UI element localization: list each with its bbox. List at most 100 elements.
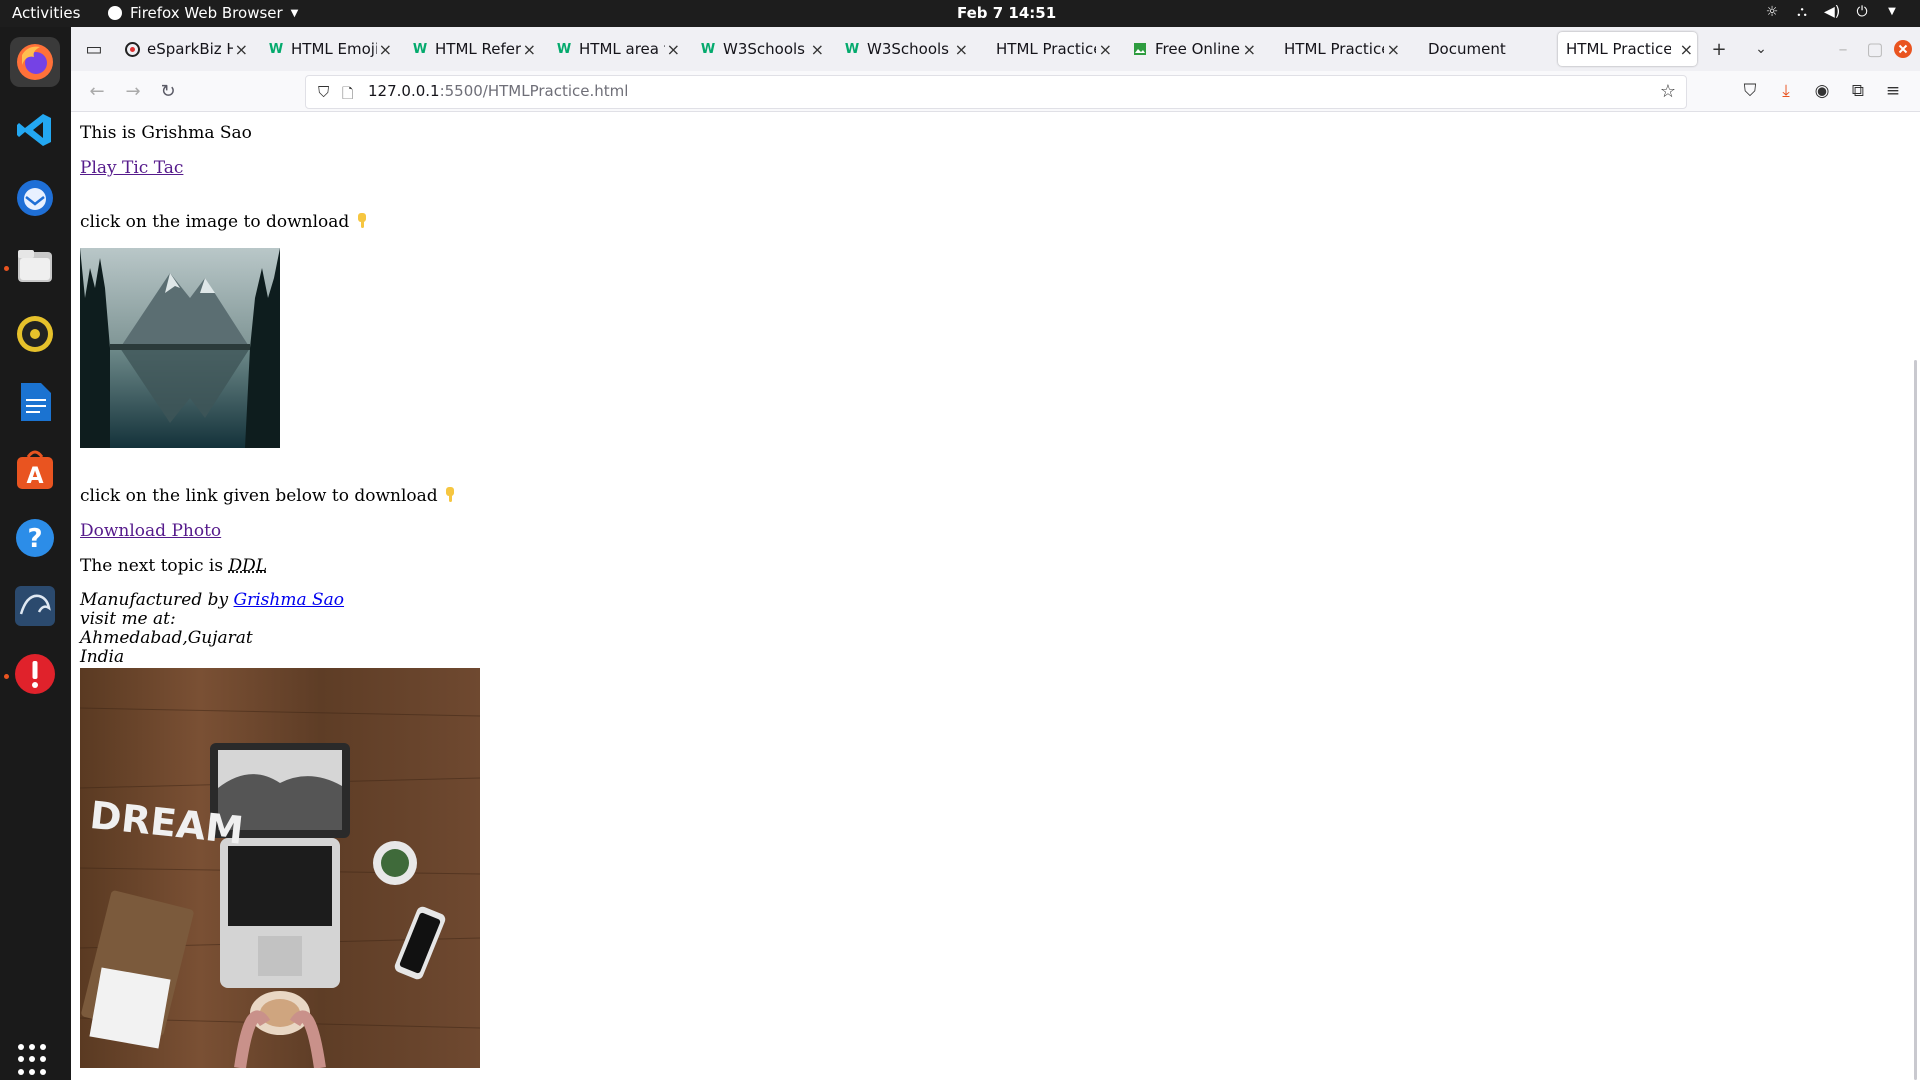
- update-notifier-dock-icon[interactable]: [10, 649, 60, 699]
- maximize-window-button[interactable]: ▢: [1861, 35, 1889, 63]
- tab-html-reference[interactable]: W HTML Refere ×: [412, 32, 540, 66]
- w3schools-icon: W: [556, 41, 572, 57]
- firefox-view-button[interactable]: ▭: [80, 35, 108, 63]
- files-dock-icon[interactable]: [10, 241, 60, 291]
- tab-title: W3Schools T: [867, 40, 953, 58]
- chevron-down-icon: ▼: [1888, 6, 1896, 17]
- w3schools-icon: W: [700, 41, 716, 57]
- url-bar[interactable]: ⛉ 🗋 127.0.0.1:5500/HTMLPractice.html ☆: [305, 75, 1687, 109]
- navigation-bar: ← → ↻ ⛉ 🗋 127.0.0.1:5500/HTMLPractice.ht…: [71, 71, 1920, 112]
- system-tray[interactable]: ☼ ⛬ ◀) ⏻ ▼: [1764, 4, 1900, 20]
- play-tic-tac-link[interactable]: Play Tic Tac: [80, 158, 183, 178]
- manufactured-by-text: Manufactured by: [80, 590, 234, 610]
- page-scrollbar[interactable]: [1914, 360, 1917, 1080]
- url-host: 127.0.0.1: [368, 82, 440, 100]
- minimize-window-button[interactable]: –: [1829, 35, 1857, 63]
- pocket-icon[interactable]: ⛉: [1738, 79, 1762, 103]
- w3schools-icon: W: [844, 41, 860, 57]
- esparkbiz-icon: [124, 41, 140, 57]
- tab-title: HTML area ta: [579, 40, 665, 58]
- close-tab-icon[interactable]: ×: [523, 40, 536, 59]
- tab-title: HTML Practice: [1566, 40, 1671, 58]
- tab-title: HTML Refere: [435, 40, 521, 58]
- image-instruction: click on the image to download: [80, 212, 369, 232]
- city-text: Ahmedabad,Gujarat: [80, 628, 253, 648]
- volume-icon: ◀): [1824, 4, 1841, 20]
- next-topic-abbr: DDL: [228, 556, 268, 576]
- writer-dock-icon[interactable]: [10, 377, 60, 427]
- close-tab-icon[interactable]: ×: [1680, 40, 1693, 59]
- bookmark-star-icon[interactable]: ☆: [1660, 81, 1676, 102]
- close-tab-icon[interactable]: ×: [235, 40, 248, 59]
- brightness-icon: ☼: [1765, 4, 1779, 20]
- mountain-lake-image[interactable]: [80, 248, 280, 448]
- app-menu[interactable]: Firefox Web Browser ▼: [108, 4, 298, 22]
- forward-button[interactable]: →: [121, 79, 145, 103]
- app-name: Firefox Web Browser: [130, 4, 283, 22]
- chevron-down-icon: ▼: [290, 7, 299, 19]
- tab-html-area[interactable]: W HTML area ta ×: [556, 32, 684, 66]
- menu-icon[interactable]: ≡: [1881, 79, 1905, 103]
- account-icon[interactable]: ◉: [1810, 79, 1834, 103]
- vscode-dock-icon[interactable]: [10, 105, 60, 155]
- new-tab-button[interactable]: +: [1705, 35, 1733, 63]
- close-tab-icon[interactable]: ×: [1387, 40, 1400, 59]
- tab-title: eSparkBiz HR: [147, 40, 233, 58]
- tab-title: W3Schools T: [723, 40, 809, 58]
- image-instruction-text: click on the image to download: [80, 212, 350, 232]
- next-topic-prefix: The next topic is: [80, 556, 229, 576]
- w3schools-icon: W: [268, 41, 284, 57]
- download-photo-link[interactable]: Download Photo: [80, 521, 221, 541]
- tab-title: Free Online I: [1155, 40, 1241, 58]
- reload-button[interactable]: ↻: [156, 79, 180, 103]
- mysql-workbench-dock-icon[interactable]: [10, 581, 60, 631]
- tab-free-online[interactable]: Free Online I ×: [1132, 32, 1260, 66]
- app-center-dock-icon[interactable]: A: [10, 445, 60, 495]
- tab-html-emoji[interactable]: W HTML Emoji I ×: [268, 32, 396, 66]
- help-dock-icon[interactable]: ?: [10, 513, 60, 563]
- close-tab-icon[interactable]: ×: [1243, 40, 1256, 59]
- tab-title: HTML Practice: [1284, 40, 1384, 58]
- close-tab-icon[interactable]: ×: [1099, 40, 1112, 59]
- contact-address: Manufactured by Grishma Sao visit me at:…: [80, 591, 344, 667]
- page-content: This is Grishma Sao Play Tic Tac click o…: [80, 111, 1900, 1080]
- country-text: India: [80, 647, 125, 667]
- tab-html-practice-1[interactable]: HTML Practice ×: [988, 32, 1116, 66]
- rhythmbox-dock-icon[interactable]: [10, 309, 60, 359]
- close-tab-icon[interactable]: ×: [811, 40, 824, 59]
- tab-title: HTML Emoji I: [291, 40, 377, 58]
- w3schools-icon: W: [412, 41, 428, 57]
- firefox-small-icon: [108, 6, 122, 20]
- image-icon: [1132, 41, 1148, 57]
- close-tab-icon[interactable]: ×: [667, 40, 680, 59]
- close-tab-icon[interactable]: ×: [955, 40, 968, 59]
- firefox-dock-icon[interactable]: [10, 37, 60, 87]
- downloads-icon[interactable]: ⤓: [1774, 79, 1798, 103]
- author-link[interactable]: Grishma Sao: [234, 590, 345, 610]
- running-indicator: [4, 266, 9, 271]
- clock[interactable]: Feb 7 14:51: [957, 4, 1056, 22]
- show-apps-button[interactable]: [18, 1044, 50, 1076]
- tab-w3schools-2[interactable]: W W3Schools T ×: [844, 32, 972, 66]
- url-text[interactable]: 127.0.0.1:5500/HTMLPractice.html: [368, 82, 628, 100]
- close-window-button[interactable]: [1889, 35, 1917, 63]
- tab-html-practice-active[interactable]: HTML Practice ×: [1558, 32, 1697, 66]
- thunderbird-dock-icon[interactable]: [10, 173, 60, 223]
- shield-icon[interactable]: ⛉: [318, 83, 329, 101]
- tab-esparkbiz[interactable]: eSparkBiz HR ×: [124, 32, 252, 66]
- activities-button[interactable]: Activities: [12, 4, 80, 22]
- tab-html-practice-2[interactable]: HTML Practice ×: [1276, 32, 1404, 66]
- back-button[interactable]: ←: [85, 79, 109, 103]
- close-tab-icon[interactable]: ×: [379, 40, 392, 59]
- list-all-tabs-button[interactable]: ⌄: [1747, 35, 1775, 63]
- link-instruction-text: click on the link given below to downloa…: [80, 486, 438, 506]
- tab-title: Document: [1428, 40, 1506, 58]
- page-icon[interactable]: 🗋: [342, 83, 353, 107]
- link-instruction: click on the link given below to downloa…: [80, 486, 457, 506]
- desk-laptop-image: DREAM: [80, 668, 480, 1068]
- running-indicator: [4, 674, 9, 679]
- svg-text:?: ?: [27, 524, 42, 554]
- tab-w3schools-1[interactable]: W W3Schools T ×: [700, 32, 828, 66]
- intro-text: This is Grishma Sao: [80, 123, 252, 143]
- extensions-icon[interactable]: ⧉: [1846, 79, 1870, 103]
